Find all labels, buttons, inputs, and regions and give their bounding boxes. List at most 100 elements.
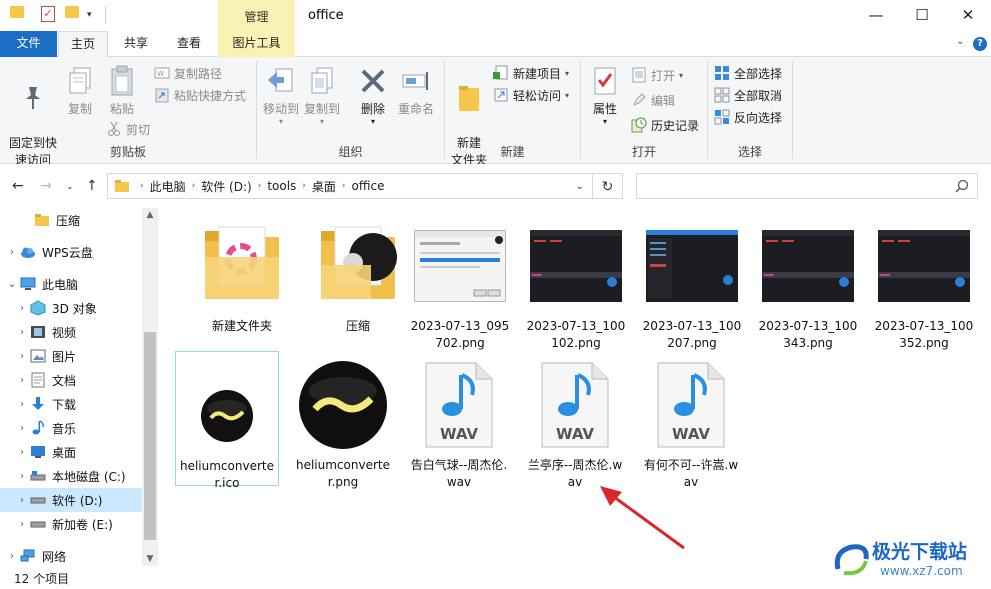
nav-item-compress[interactable]: 压缩	[0, 208, 142, 232]
open-icon	[631, 67, 647, 83]
file-item[interactable]: 2023-07-13_095702.png	[408, 212, 512, 352]
expand-chevron-icon[interactable]: ›	[14, 399, 30, 410]
nav-item-drive-c[interactable]: › 本地磁盘 (C:)	[0, 464, 142, 488]
file-item[interactable]: 2023-07-13_100343.png	[756, 212, 860, 352]
refresh-icon[interactable]: ↻	[593, 173, 623, 199]
clipboard-group-label: 剪贴板	[109, 145, 146, 159]
copy-to-button[interactable]: 复制到 ▾	[303, 65, 341, 126]
expand-chevron-icon[interactable]: ›	[14, 519, 30, 530]
file-item[interactable]: WAV 有何不可--许嵩.wav	[639, 351, 743, 491]
nav-item-downloads[interactable]: › 下载	[0, 392, 142, 416]
search-input[interactable]	[636, 173, 978, 199]
address-history-chevron-icon[interactable]: ⌄	[576, 181, 584, 192]
rename-button[interactable]: 重命名	[395, 65, 437, 118]
copy-path-button[interactable]: W 复制路径	[154, 63, 222, 83]
history-button[interactable]: 历史记录	[631, 115, 699, 135]
properties-button[interactable]: 属性 ▾	[589, 65, 621, 126]
cut-button[interactable]: 剪切	[106, 119, 150, 139]
open-button[interactable]: 打开 ▾	[631, 65, 683, 85]
move-to-button[interactable]: 移动到 ▾	[263, 65, 299, 126]
back-arrow-icon[interactable]: ←	[12, 178, 24, 194]
file-item[interactable]: 新建文件夹	[190, 212, 294, 335]
scrollbar-thumb[interactable]	[144, 332, 156, 540]
breadcrumb-desktop[interactable]: 桌面	[312, 178, 336, 195]
nav-item-desktop[interactable]: › 桌面	[0, 440, 142, 464]
expand-chevron-icon[interactable]: ›	[14, 471, 30, 482]
expand-chevron-icon[interactable]: ›	[4, 551, 20, 562]
nav-item-3d-objects[interactable]: › 3D 对象	[0, 296, 142, 320]
expand-chevron-icon[interactable]: ›	[14, 375, 30, 386]
nav-item-this-pc[interactable]: ⌄ 此电脑	[0, 272, 142, 296]
file-item-selected[interactable]: heliumconverter.ico	[175, 351, 279, 490]
new-item-icon	[493, 65, 509, 81]
paste-button[interactable]: 粘贴	[104, 65, 140, 118]
maximize-button[interactable]: ☐	[899, 0, 945, 31]
expand-ribbon-chevron-icon[interactable]: ⌄	[956, 36, 964, 47]
file-item[interactable]: 2023-07-13_100207.png	[640, 212, 744, 352]
quick-access-folder-icon[interactable]	[10, 6, 24, 18]
nav-item-documents[interactable]: › 文档	[0, 368, 142, 392]
scroll-down-arrow-icon[interactable]: ▼	[142, 554, 158, 564]
nav-item-music[interactable]: › 音乐	[0, 416, 142, 440]
collapse-chevron-icon[interactable]: ⌄	[4, 279, 20, 290]
expand-chevron-icon[interactable]: ›	[14, 303, 30, 314]
nav-item-network[interactable]: › 网络	[0, 544, 142, 568]
expand-chevron-icon[interactable]: ›	[14, 495, 30, 506]
select-all-button[interactable]: 全部选择	[714, 63, 782, 83]
breadcrumb-office[interactable]: office	[352, 179, 385, 193]
minimize-button[interactable]: —	[853, 0, 899, 31]
tab-view[interactable]: 查看	[164, 31, 214, 57]
download-icon	[30, 396, 46, 412]
select-none-label: 全部取消	[734, 88, 783, 103]
edit-button[interactable]: 编辑	[631, 90, 675, 110]
expand-chevron-icon[interactable]: ›	[14, 423, 30, 434]
recent-locations-chevron-icon[interactable]: ⌄	[66, 182, 74, 192]
tab-file[interactable]: 文件	[0, 31, 57, 57]
file-name: 新建文件夹	[211, 319, 272, 333]
paste-shortcut-button[interactable]: 粘贴快捷方式	[154, 85, 246, 105]
file-item[interactable]: 2023-07-13_100352.png	[872, 212, 976, 352]
properties-check-icon[interactable]: ✓	[41, 6, 55, 22]
easy-access-button[interactable]: 轻松访问 ▾	[493, 85, 569, 105]
search-icon[interactable]	[955, 179, 969, 196]
copy-button[interactable]: 复制	[64, 65, 96, 118]
nav-pane-scrollbar[interactable]: ▲ ▼	[142, 208, 158, 566]
expand-chevron-icon[interactable]: ›	[14, 447, 30, 458]
file-item[interactable]: heliumconverter.png	[291, 351, 395, 491]
expand-chevron-icon[interactable]: ›	[14, 351, 30, 362]
select-none-button[interactable]: 全部取消	[714, 85, 782, 105]
nav-item-pictures[interactable]: › 图片	[0, 344, 142, 368]
breadcrumb-drive-d[interactable]: 软件 (D:)	[201, 178, 251, 195]
tab-picture-tools[interactable]: 图片工具	[218, 31, 295, 57]
breadcrumb-tools[interactable]: tools	[267, 179, 296, 193]
tab-home[interactable]: 主页	[58, 31, 108, 58]
file-item[interactable]: 压缩	[306, 212, 410, 335]
file-item[interactable]: WAV 兰亭序--周杰伦.wav	[523, 351, 627, 491]
expand-chevron-icon[interactable]: ›	[14, 327, 30, 338]
new-item-button[interactable]: 新建项目 ▾	[493, 63, 569, 83]
up-arrow-icon[interactable]: ↑	[86, 178, 98, 194]
expand-chevron-icon[interactable]: ›	[4, 247, 20, 258]
address-bar[interactable]: › 此电脑 › 软件 (D:) › tools › 桌面 › office ⌄	[107, 173, 593, 199]
nav-item-wps-cloud[interactable]: › WPS云盘	[0, 240, 142, 264]
nav-item-drive-e[interactable]: › 新加卷 (E:)	[0, 512, 142, 536]
file-item[interactable]: 2023-07-13_100102.png	[524, 212, 628, 352]
scroll-up-arrow-icon[interactable]: ▲	[142, 210, 158, 220]
close-button[interactable]: ✕	[945, 0, 991, 31]
quick-access-dropdown-icon[interactable]: ▾	[87, 10, 92, 20]
nav-item-drive-d[interactable]: › 软件 (D:)	[0, 488, 142, 512]
forward-arrow-icon[interactable]: →	[40, 178, 52, 194]
delete-button[interactable]: 删除 ▾	[357, 65, 389, 126]
nav-item-label: 音乐	[52, 421, 77, 436]
nav-item-videos[interactable]: › 视频	[0, 320, 142, 344]
cloud-icon	[20, 244, 36, 260]
help-icon[interactable]: ?	[973, 37, 987, 51]
invert-selection-button[interactable]: 反向选择	[714, 107, 782, 127]
breadcrumb-this-pc[interactable]: 此电脑	[150, 178, 186, 195]
new-folder-quick-icon[interactable]	[65, 6, 79, 18]
documents-icon	[30, 372, 46, 388]
file-item[interactable]: WAV 告白气球--周杰伦.wav	[407, 351, 511, 491]
new-group: 新建 文件夹 新建项目 ▾ 轻松访问 ▾ 新建	[445, 57, 580, 167]
organize-group-label: 组织	[338, 145, 363, 159]
tab-share[interactable]: 共享	[110, 31, 162, 57]
